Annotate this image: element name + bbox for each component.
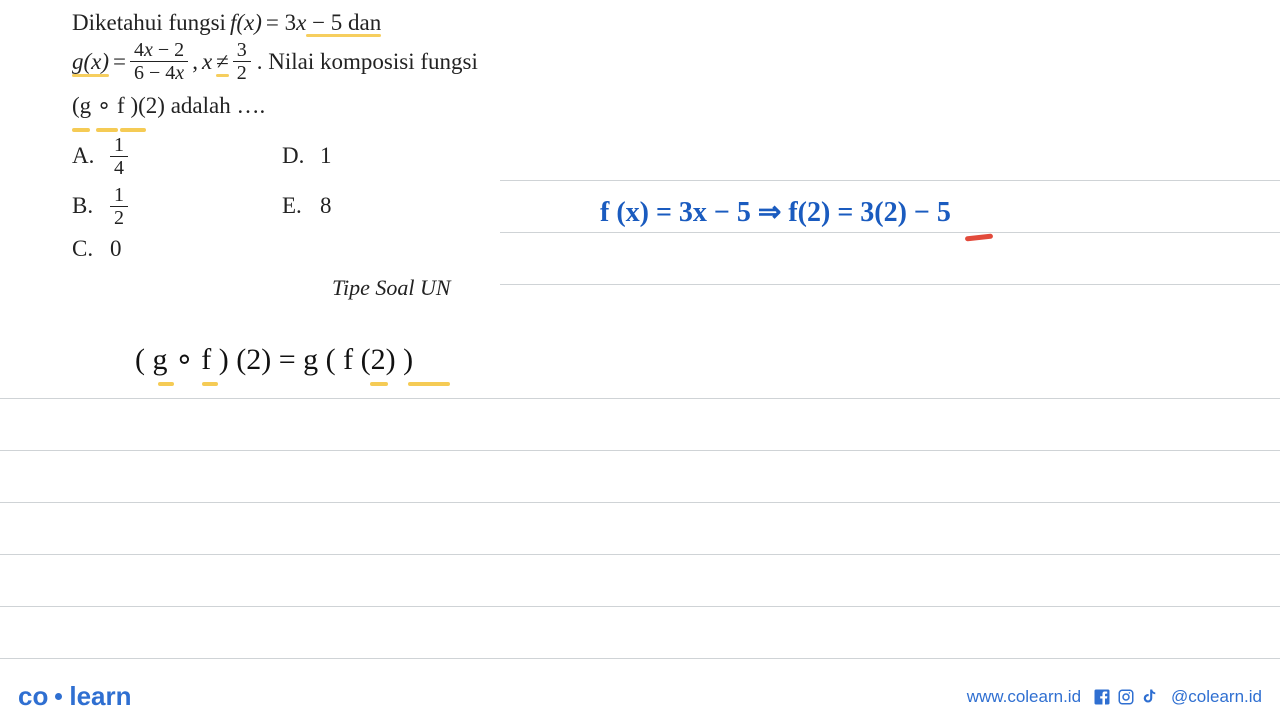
handwriting-blue: f (x) = 3x − 5 ⇒ f(2) = 3(2) − 5 <box>600 195 951 229</box>
footer: co learn www.colearn.id @colearn.id <box>0 681 1280 712</box>
footer-handle: @colearn.id <box>1171 687 1262 707</box>
footer-right: www.colearn.id @colearn.id <box>967 687 1262 707</box>
option-b-label: B. <box>72 193 110 219</box>
comma: , <box>192 49 198 75</box>
option-a-label: A. <box>72 143 110 169</box>
problem-line-1: Diketahui fungsi f(x) = 3x − 5 dan <box>72 10 1280 36</box>
option-e-value: 8 <box>320 193 332 219</box>
option-a-value: 1 4 <box>110 135 128 178</box>
problem-line-3: (g ∘ f )(2) adalah …. <box>72 93 1280 119</box>
fraction-2: 3 2 <box>233 40 251 83</box>
problem-block: Diketahui fungsi f(x) = 3x − 5 dan g(x) … <box>0 0 1280 301</box>
eq3x: = 3x − 5 dan <box>266 10 381 36</box>
option-row-3: C. 0 <box>72 231 1280 267</box>
social-icons <box>1093 688 1159 706</box>
option-e-label: E. <box>282 193 320 219</box>
option-c-value: 0 <box>110 236 122 262</box>
option-d: D. 1 <box>282 143 492 169</box>
option-e: E. 8 <box>282 193 492 219</box>
handwriting-black: ( g ∘ f ) (2) = g ( f (2) ) <box>135 342 413 377</box>
composition-text: (g ∘ f )(2) adalah …. <box>72 93 265 119</box>
fx: f(x) <box>230 10 262 36</box>
problem-line-2: g(x) = 4x − 2 6 − 4x , x ≠ 3 2 . Nilai k… <box>72 40 1280 83</box>
text-nilai: . Nilai komposisi fungsi <box>257 49 478 75</box>
option-d-value: 1 <box>320 143 332 169</box>
neq: ≠ <box>216 49 229 75</box>
facebook-icon <box>1093 688 1111 706</box>
logo-co: co <box>18 681 48 712</box>
option-d-label: D. <box>282 143 320 169</box>
gx: g(x) <box>72 49 109 75</box>
instagram-icon <box>1117 688 1135 706</box>
brand-logo: co learn <box>18 681 132 712</box>
option-b: B. 1 2 <box>72 185 282 228</box>
x-var: x <box>202 49 212 75</box>
option-c: C. 0 <box>72 236 282 262</box>
option-row-1: A. 1 4 D. 1 <box>72 131 1280 181</box>
tiktok-icon <box>1141 688 1159 706</box>
option-c-label: C. <box>72 236 110 262</box>
option-b-value: 1 2 <box>110 185 128 228</box>
fraction-1: 4x − 2 6 − 4x <box>130 40 188 83</box>
tipe-soal: Tipe Soal UN <box>332 275 1280 301</box>
logo-dot-icon <box>55 693 62 700</box>
logo-learn: learn <box>69 681 131 712</box>
eq-sign: = <box>113 49 126 75</box>
footer-url: www.colearn.id <box>967 687 1081 707</box>
option-a: A. 1 4 <box>72 135 282 178</box>
text-diketahui: Diketahui fungsi <box>72 10 226 36</box>
